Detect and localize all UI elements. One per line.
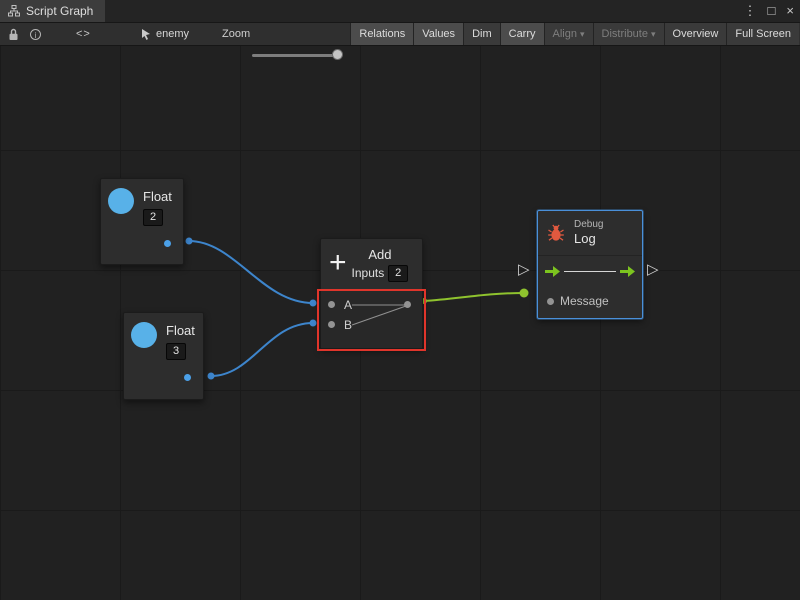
graph-toolbar: i <> enemy Zoom 1x Relations Values Dim … <box>0 23 800 46</box>
unity-graph-window: Script Graph ⋮ □ × i <> enemy Zoom 1x <box>0 0 800 600</box>
inputs-count-field[interactable]: 2 <box>388 265 408 282</box>
window-controls: ⋮ □ × <box>744 0 794 22</box>
menu-icon[interactable]: ⋮ <box>744 0 757 22</box>
node-title: Log <box>574 231 603 247</box>
float-value-field[interactable]: 2 <box>143 209 163 226</box>
float-value-field[interactable]: 3 <box>166 343 186 360</box>
distribute-button[interactable]: Distribute▾ <box>593 23 664 45</box>
values-button[interactable]: Values <box>413 23 463 45</box>
carry-button[interactable]: Carry <box>500 23 544 45</box>
script-machine-icon <box>141 23 152 45</box>
message-port-label: Message <box>560 294 609 308</box>
message-input-port[interactable] <box>547 298 554 305</box>
close-icon[interactable]: × <box>786 0 794 22</box>
tab-title: Script Graph <box>26 4 93 18</box>
add-ports-section: A B <box>321 289 422 348</box>
inputs-label: Inputs <box>352 266 385 280</box>
float-type-icon <box>131 322 157 348</box>
graph-name[interactable]: enemy <box>156 23 189 45</box>
flow-output-arrow-icon[interactable] <box>620 266 635 277</box>
node-float-3[interactable]: Float 3 <box>123 312 204 400</box>
zoom-label: Zoom <box>222 23 250 45</box>
flow-input-arrow-icon[interactable] <box>545 266 560 277</box>
node-float-2[interactable]: Float 2 <box>100 178 184 265</box>
relations-button[interactable]: Relations <box>350 23 413 45</box>
port-a-label: A <box>344 298 352 312</box>
float-output-port[interactable] <box>164 240 171 247</box>
node-debug-log[interactable]: Debug Log Message <box>537 210 643 319</box>
node-title: Float <box>166 323 195 338</box>
align-button[interactable]: Align▾ <box>544 23 593 45</box>
float-output-port[interactable] <box>184 374 191 381</box>
flow-port-in-icon[interactable]: ▷ <box>518 262 530 277</box>
tab-script-graph[interactable]: Script Graph <box>0 0 105 22</box>
plus-icon: + <box>329 248 347 278</box>
maximize-icon[interactable]: □ <box>768 0 776 22</box>
title-bar: Script Graph ⋮ □ × <box>0 0 800 23</box>
chevron-down-icon: ▾ <box>651 29 656 40</box>
lock-icon[interactable] <box>8 23 19 45</box>
node-title: Float <box>143 189 172 204</box>
fullscreen-button[interactable]: Full Screen <box>726 23 799 45</box>
input-port-b[interactable] <box>328 321 335 328</box>
graph-tab-icon <box>8 5 20 17</box>
zoom-slider[interactable] <box>252 54 342 57</box>
overview-button[interactable]: Overview <box>664 23 727 45</box>
zoom-slider-handle[interactable] <box>332 49 343 60</box>
flow-port-out-icon[interactable]: ▷ <box>647 262 659 277</box>
code-view-icon[interactable]: <> <box>76 23 91 45</box>
node-title: Add <box>368 247 391 262</box>
float-type-icon <box>108 188 134 214</box>
bug-icon <box>547 224 565 242</box>
node-category: Debug <box>574 219 603 231</box>
result-output-port[interactable] <box>404 301 411 308</box>
port-b-label: B <box>344 318 352 332</box>
toolbar-buttons: Relations Values Dim Carry Align▾ Distri… <box>350 23 799 45</box>
relation-lines <box>321 290 424 348</box>
info-icon[interactable]: i <box>30 23 41 45</box>
node-add[interactable]: + Add Inputs 2 A B <box>320 238 423 349</box>
dim-button[interactable]: Dim <box>463 23 500 45</box>
input-port-a[interactable] <box>328 301 335 308</box>
chevron-down-icon: ▾ <box>580 29 585 40</box>
flow-relation-line <box>564 271 616 272</box>
